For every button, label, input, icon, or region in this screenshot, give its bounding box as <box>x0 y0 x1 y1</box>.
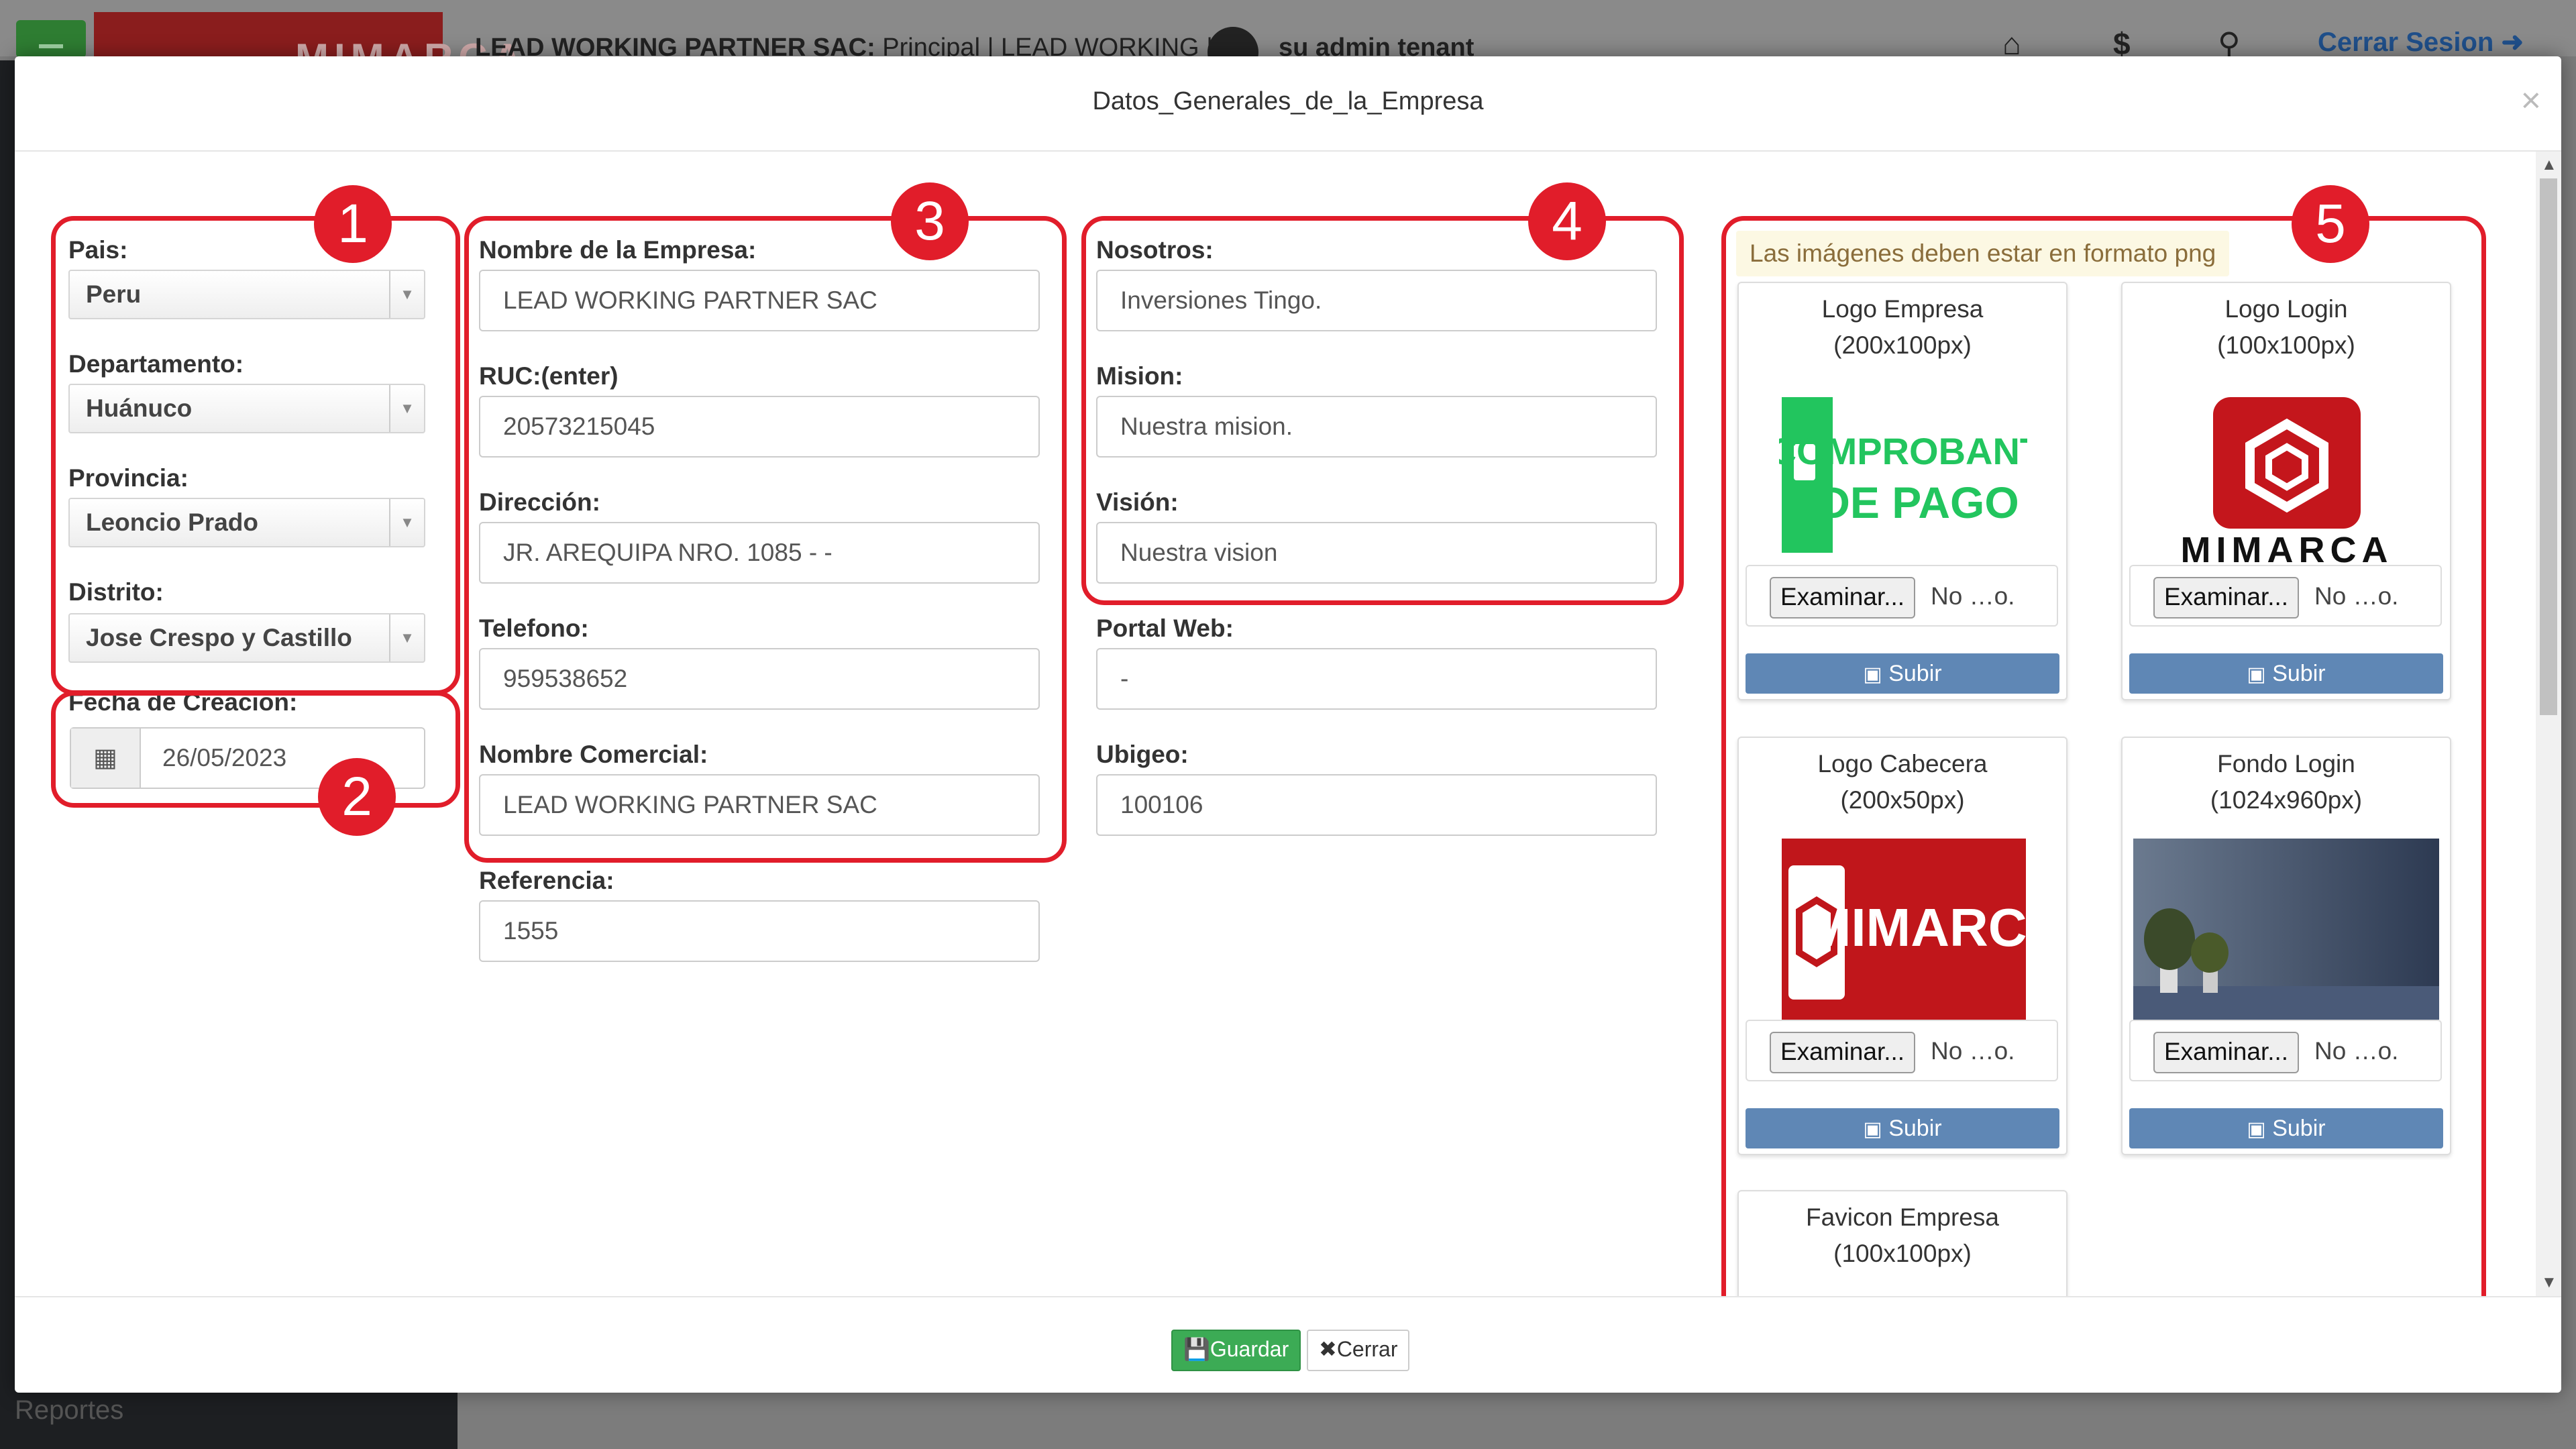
modal-header: Datos_Generales_de_la_Empresa × <box>15 56 2561 152</box>
referencia-label: Referencia: <box>479 867 614 894</box>
ubigeo-label: Ubigeo: <box>1096 741 1189 768</box>
save-button[interactable]: 💾Guardar <box>1171 1330 1301 1371</box>
scroll-down-icon[interactable]: ▼ <box>2541 1273 2557 1292</box>
scroll-up-icon[interactable]: ▲ <box>2541 156 2557 174</box>
modal-scrollbar[interactable]: ▲ ▼ <box>2536 152 2561 1296</box>
logout-label: Cerrar Sesion <box>2318 28 2494 57</box>
annotation-badge-3: 3 <box>891 182 969 260</box>
save-icon: 💾 <box>1183 1337 1210 1361</box>
highlight-box-1 <box>51 216 460 695</box>
close-icon[interactable]: × <box>2521 80 2541 121</box>
logout-icon: ➜ <box>2501 28 2524 57</box>
company-data-modal: Datos_Generales_de_la_Empresa × Pais: Pe… <box>15 56 2561 1393</box>
app-topbar: MIMARCA LEAD WORKING PARTNER SAC: Princi… <box>0 0 2576 80</box>
highlight-box-5 <box>1721 216 2486 1296</box>
portal-web-label: Portal Web: <box>1096 614 1234 642</box>
save-label: Guardar <box>1210 1337 1289 1361</box>
portal-web-input[interactable]: - <box>1096 648 1657 710</box>
logout-link[interactable]: Cerrar Sesion ➜ <box>2318 27 2524 58</box>
ubigeo-input[interactable]: 100106 <box>1096 774 1657 836</box>
sidebar-item-reportes[interactable]: Reportes <box>15 1395 123 1426</box>
highlight-box-3 <box>464 216 1067 863</box>
modal-footer: 💾Guardar ✖Cerrar <box>15 1296 2561 1393</box>
annotation-badge-2: 2 <box>318 758 396 836</box>
annotation-badge-5: 5 <box>2292 185 2369 263</box>
highlight-box-2 <box>51 691 460 808</box>
highlight-box-4 <box>1081 216 1684 605</box>
modal-body: Pais: Peru ▼ Departamento: Huánuco ▼ Provi… <box>15 152 2536 1296</box>
menu-toggle-button[interactable] <box>16 20 86 58</box>
scroll-thumb[interactable] <box>2540 178 2557 715</box>
brand-logo: MIMARCA <box>94 12 522 80</box>
modal-title: Datos_Generales_de_la_Empresa <box>1092 87 1484 115</box>
close-label: Cerrar <box>1336 1337 1398 1361</box>
annotation-badge-1: 1 <box>314 185 392 263</box>
cancel-button[interactable]: ✖Cerrar <box>1307 1330 1410 1371</box>
referencia-input[interactable]: 1555 <box>479 900 1040 962</box>
close-icon: ✖ <box>1319 1337 1337 1361</box>
annotation-badge-4: 4 <box>1528 182 1606 260</box>
